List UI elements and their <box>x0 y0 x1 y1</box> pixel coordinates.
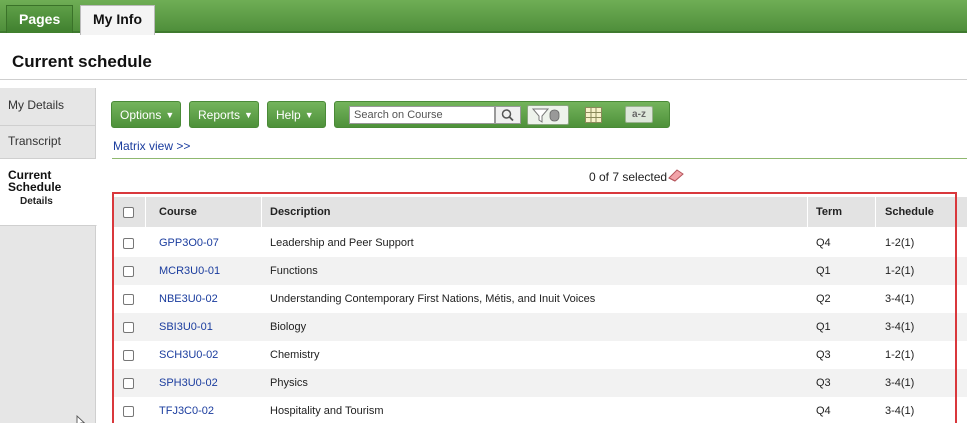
caret-down-icon: ▼ <box>244 110 253 120</box>
grid-icon <box>585 107 602 123</box>
column-layout-button[interactable] <box>585 107 602 123</box>
top-tab-bar: Pages My Info <box>0 0 967 35</box>
search-input[interactable] <box>349 106 495 124</box>
highlight-frame <box>112 192 957 423</box>
filter-button[interactable] <box>527 105 569 125</box>
divider <box>0 79 967 80</box>
help-menu-button[interactable]: Help ▼ <box>267 101 326 128</box>
options-label: Options <box>120 108 162 122</box>
reports-label: Reports <box>198 108 241 122</box>
side-tab-transcript[interactable]: Transcript <box>0 126 96 159</box>
caret-down-icon: ▼ <box>165 110 175 120</box>
search-button[interactable] <box>495 106 521 124</box>
magnifier-icon <box>501 109 514 122</box>
tab-pages[interactable]: Pages <box>6 5 74 33</box>
divider <box>112 158 967 159</box>
reports-menu-button[interactable]: Reports ▼ <box>189 101 259 128</box>
sort-az-button[interactable]: a-z <box>625 106 653 123</box>
tab-my-info[interactable]: My Info <box>80 5 155 35</box>
caret-down-icon: ▼ <box>304 110 314 120</box>
selection-count: 0 of 7 selected <box>589 170 668 184</box>
side-tab-my-details[interactable]: My Details <box>0 88 96 126</box>
eraser-icon[interactable] <box>667 168 685 182</box>
side-tab-current-schedule-label: Current Schedule <box>8 168 62 194</box>
page-title: Current schedule <box>12 52 152 71</box>
side-nav: My Details Transcript Current Schedule D… <box>0 88 97 423</box>
search-toolbar: a-z <box>334 101 670 128</box>
matrix-view-link[interactable]: Matrix view >> <box>113 139 190 153</box>
mouse-pointer-icon <box>76 415 86 423</box>
options-menu-button[interactable]: Options ▼ <box>111 101 181 128</box>
help-label: Help <box>276 108 301 122</box>
side-tab-current-schedule[interactable]: Current Schedule Details <box>0 159 97 226</box>
filter-funnel-icon <box>531 108 560 123</box>
side-subtab-details[interactable]: Details <box>8 196 96 207</box>
